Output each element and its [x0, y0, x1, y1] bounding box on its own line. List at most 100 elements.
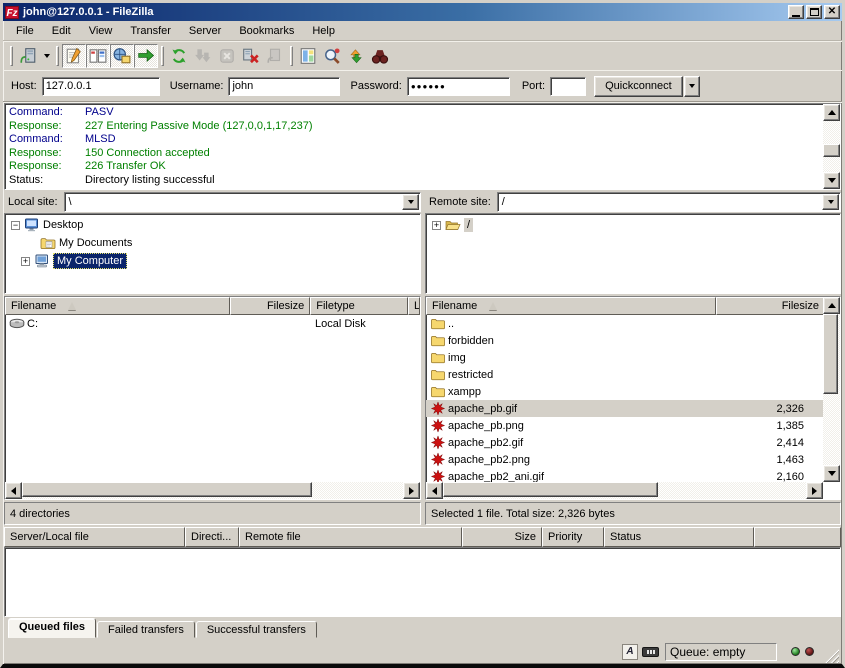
remote-directory-tree[interactable]: + /: [425, 213, 841, 294]
expand-icon[interactable]: +: [21, 257, 30, 266]
username-input[interactable]: [228, 77, 340, 96]
column-header-remote-file[interactable]: Remote file: [239, 527, 462, 547]
site-manager-dropdown[interactable]: [40, 44, 53, 68]
tree-item-my-documents[interactable]: My Documents: [5, 234, 420, 252]
file-row[interactable]: xampp: [426, 383, 823, 400]
tree-item-desktop[interactable]: − Desktop: [5, 216, 420, 234]
site-manager-button[interactable]: [16, 44, 40, 68]
speed-limit-icon[interactable]: [642, 647, 659, 657]
remote-horizontal-scrollbar[interactable]: [426, 482, 823, 499]
local-directory-tree[interactable]: − Desktop My Documents + M: [4, 213, 421, 294]
title-bar[interactable]: Fz john@127.0.0.1 - FileZilla ✕: [3, 3, 842, 21]
scroll-up-button[interactable]: [823, 297, 840, 314]
column-header-filesize[interactable]: Filesize: [716, 297, 825, 315]
column-header-filetype[interactable]: Filetype: [310, 297, 408, 315]
directory-comparison-button[interactable]: [320, 44, 344, 68]
file-row[interactable]: C: Local Disk: [5, 315, 420, 332]
scroll-left-button[interactable]: [426, 482, 443, 499]
menu-file[interactable]: File: [7, 23, 43, 39]
port-label: Port:: [522, 80, 545, 92]
close-button[interactable]: ✕: [824, 5, 840, 19]
search-files-button[interactable]: [368, 44, 392, 68]
file-row[interactable]: restricted: [426, 366, 823, 383]
synchronized-browsing-button[interactable]: [344, 44, 368, 68]
quickconnect-dropdown[interactable]: [684, 76, 700, 97]
password-input[interactable]: [407, 77, 510, 96]
minimize-button[interactable]: [788, 5, 804, 19]
refresh-button[interactable]: [167, 44, 191, 68]
scroll-right-button[interactable]: [806, 482, 823, 499]
toggle-queue-button[interactable]: [134, 44, 158, 68]
scroll-up-button[interactable]: [823, 104, 840, 121]
collapse-icon[interactable]: −: [11, 221, 20, 230]
column-header-filesize[interactable]: Filesize: [230, 297, 310, 315]
file-row[interactable]: apache_pb.png 1,385: [426, 417, 823, 434]
column-header-priority[interactable]: Priority: [542, 527, 604, 547]
cancel-button[interactable]: [215, 44, 239, 68]
tree-item-my-computer[interactable]: + My Computer: [5, 252, 420, 270]
local-horizontal-scrollbar[interactable]: [5, 482, 420, 499]
tab-queued-files[interactable]: Queued files: [8, 618, 96, 638]
file-row[interactable]: apache_pb2.png 1,463: [426, 451, 823, 468]
transfer-type-icon[interactable]: A: [622, 644, 638, 660]
maximize-button[interactable]: [806, 5, 822, 19]
queue-list[interactable]: [4, 547, 841, 617]
column-header-size[interactable]: Size: [462, 527, 542, 547]
local-status-bar: 4 directories: [4, 502, 421, 525]
menu-bookmarks[interactable]: Bookmarks: [230, 23, 303, 39]
scroll-thumb[interactable]: [823, 314, 838, 394]
scroll-thumb[interactable]: [823, 144, 840, 157]
expand-icon[interactable]: +: [432, 221, 441, 230]
reconnect-button[interactable]: [263, 44, 287, 68]
port-input[interactable]: [550, 77, 586, 96]
log-scrollbar[interactable]: [823, 104, 840, 189]
file-row[interactable]: img: [426, 349, 823, 366]
sort-ascending-icon: [68, 302, 76, 310]
disconnect-button[interactable]: [239, 44, 263, 68]
remote-vertical-scrollbar[interactable]: [823, 297, 840, 482]
menu-transfer[interactable]: Transfer: [121, 23, 180, 39]
column-header-filename[interactable]: Filename: [5, 297, 230, 315]
column-header-direction[interactable]: Directi...: [185, 527, 239, 547]
remote-file-list[interactable]: Filename Filesize .. forbidden img: [425, 296, 841, 500]
menu-edit[interactable]: Edit: [43, 23, 80, 39]
column-header-server-local-file[interactable]: Server/Local file: [4, 527, 185, 547]
process-queue-button[interactable]: [191, 44, 215, 68]
local-list-header: Filename Filesize Filetype L: [5, 297, 420, 315]
scroll-right-button[interactable]: [403, 482, 420, 499]
scroll-down-button[interactable]: [823, 172, 840, 189]
column-header-spacer: [754, 527, 841, 547]
quickconnect-button[interactable]: Quickconnect: [594, 76, 683, 97]
combo-dropdown-button[interactable]: [402, 194, 419, 210]
remote-site-combo[interactable]: /: [497, 192, 841, 212]
file-row[interactable]: ..: [426, 315, 823, 332]
scroll-thumb[interactable]: [443, 482, 658, 497]
folder-icon: [430, 384, 446, 399]
toggle-local-tree-button[interactable]: [86, 44, 110, 68]
message-log[interactable]: Command:PASV Response:227 Entering Passi…: [4, 103, 841, 190]
file-row-selected[interactable]: apache_pb.gif 2,326: [426, 400, 823, 417]
tab-failed-transfers[interactable]: Failed transfers: [97, 621, 195, 638]
scroll-left-button[interactable]: [5, 482, 22, 499]
column-header-status[interactable]: Status: [604, 527, 754, 547]
menu-server[interactable]: Server: [180, 23, 230, 39]
local-site-combo[interactable]: \: [64, 192, 421, 212]
combo-dropdown-button[interactable]: [822, 194, 839, 210]
column-header-lastmodified[interactable]: L: [408, 297, 420, 315]
cancel-icon: [218, 47, 236, 65]
toggle-message-log-button[interactable]: [62, 44, 86, 68]
file-row[interactable]: apache_pb2.gif 2,414: [426, 434, 823, 451]
scroll-thumb[interactable]: [22, 482, 312, 497]
column-header-filename[interactable]: Filename: [426, 297, 716, 315]
menu-view[interactable]: View: [80, 23, 122, 39]
scroll-down-button[interactable]: [823, 465, 840, 482]
host-input[interactable]: [42, 77, 160, 96]
local-file-list[interactable]: Filename Filesize Filetype L C: Local Di…: [4, 296, 421, 500]
tab-successful-transfers[interactable]: Successful transfers: [196, 621, 317, 638]
toggle-remote-tree-button[interactable]: [110, 44, 134, 68]
resize-grip-icon[interactable]: [825, 649, 839, 663]
filter-button[interactable]: [296, 44, 320, 68]
file-row[interactable]: forbidden: [426, 332, 823, 349]
menu-help[interactable]: Help: [303, 23, 344, 39]
tree-item-root[interactable]: + /: [426, 216, 840, 234]
